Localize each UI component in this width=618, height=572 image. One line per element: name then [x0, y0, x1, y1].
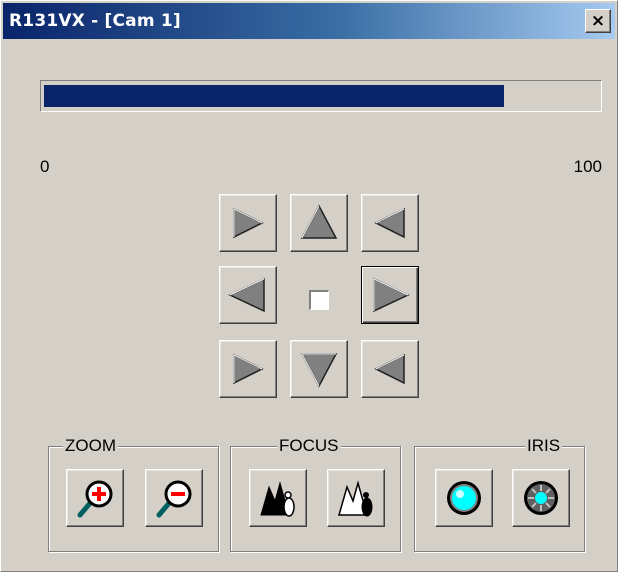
window-title: R131VX - [Cam 1]: [9, 11, 181, 31]
tilt-up-button[interactable]: [290, 194, 348, 252]
pan-tilt-down-left-button[interactable]: [219, 340, 277, 398]
tilt-down-button[interactable]: [290, 340, 348, 398]
iris-group: IRIS: [414, 436, 585, 552]
zoom-group-label: ZOOM: [63, 436, 118, 456]
arrow-down-icon: [300, 353, 338, 388]
iris-close-icon: [524, 481, 558, 515]
zoom-in-button[interactable]: [66, 469, 124, 527]
focus-near-button[interactable]: [249, 469, 307, 527]
arrow-up-right-icon: [374, 207, 405, 239]
zoom-out-button[interactable]: [145, 469, 203, 527]
pan-left-button[interactable]: [219, 266, 277, 324]
arrow-up-icon: [300, 204, 338, 239]
zoom-group: ZOOM: [48, 436, 219, 552]
arrow-down-right-icon: [374, 353, 405, 385]
focus-far-icon: [338, 480, 373, 517]
focus-group: FOCUS: [230, 436, 401, 552]
pan-right-button[interactable]: [361, 266, 419, 324]
arrow-down-left-icon: [233, 353, 264, 385]
pan-tilt-up-right-button[interactable]: [361, 194, 419, 252]
center-checkbox[interactable]: [309, 290, 329, 310]
progress-fill: [44, 85, 504, 107]
progress-max-label: 100: [573, 157, 602, 176]
progress-min-label: 0: [40, 157, 50, 176]
arrow-left-icon: [228, 277, 265, 313]
title-bar[interactable]: R131VX - [Cam 1] ×: [3, 3, 615, 39]
focus-group-label: FOCUS: [277, 436, 341, 456]
arrow-right-icon: [373, 277, 410, 313]
pan-tilt-up-left-button[interactable]: [219, 194, 277, 252]
iris-group-label: IRIS: [525, 436, 563, 456]
focus-near-icon: [260, 481, 295, 517]
arrow-up-left-icon: [233, 207, 264, 239]
pan-tilt-down-right-button[interactable]: [361, 340, 419, 398]
iris-open-icon: [447, 481, 481, 515]
camera-control-window: R131VX - [Cam 1] × 0 100 ZOOM FOCUS IRIS: [0, 0, 618, 572]
progress-bar: [40, 80, 602, 112]
focus-far-button[interactable]: [327, 469, 385, 527]
iris-close-button[interactable]: [512, 469, 570, 527]
close-icon: ×: [590, 10, 606, 31]
zoom-in-icon: [77, 480, 113, 518]
zoom-out-icon: [156, 480, 192, 518]
iris-open-button[interactable]: [435, 469, 493, 527]
close-button[interactable]: ×: [585, 9, 611, 33]
